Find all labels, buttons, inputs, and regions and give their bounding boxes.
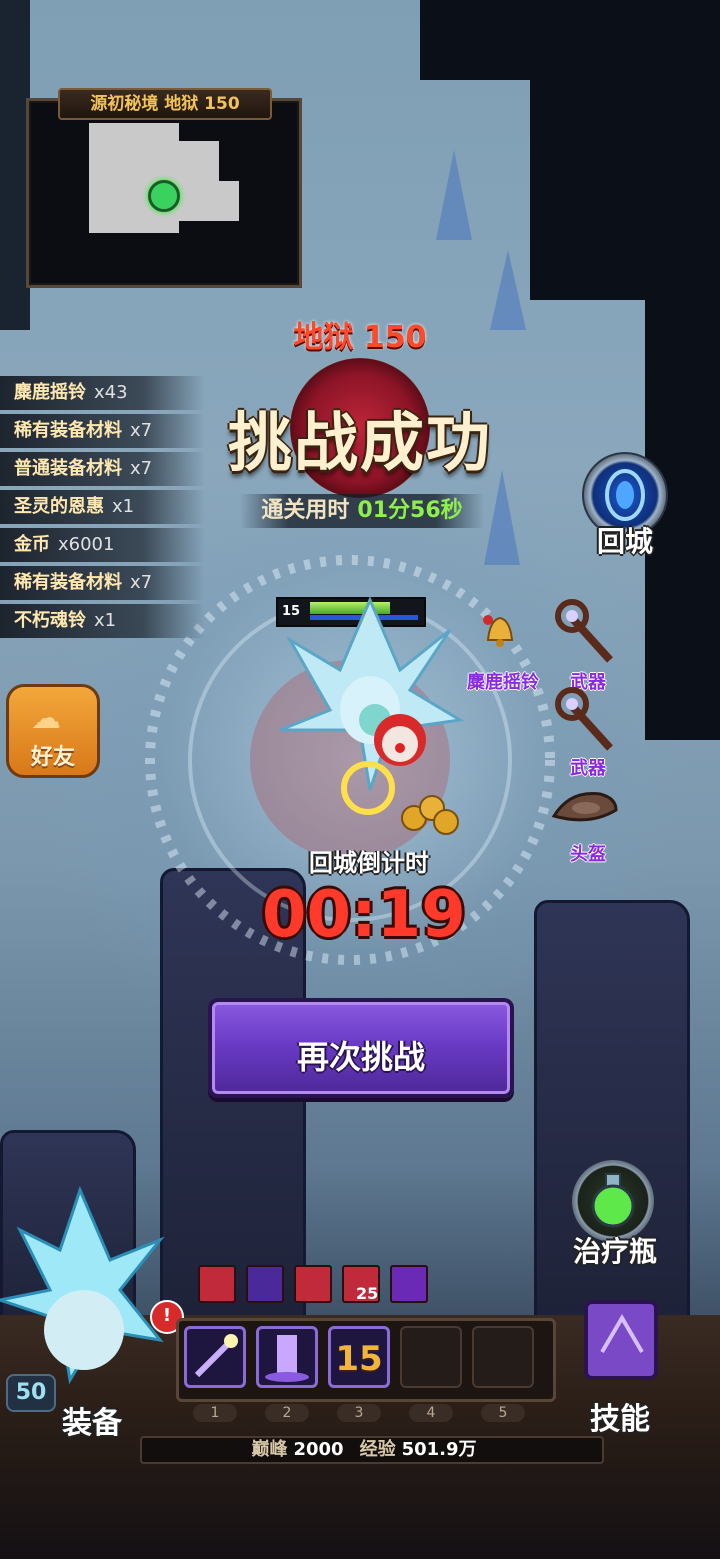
skill-slot-number: 5	[481, 1404, 525, 1422]
target-reticle-icon	[341, 761, 395, 815]
cloud-icon: ☁	[31, 701, 61, 736]
buff-icon	[294, 1265, 332, 1303]
skill-slot-number: 1	[193, 1404, 237, 1422]
hero-avatar[interactable]	[0, 1180, 170, 1400]
minimap-title: 源初秘境 地狱 150	[58, 88, 272, 120]
skill-slot-3-count: 15	[335, 1339, 383, 1379]
loot-item: 稀有装备材料 x7	[0, 566, 205, 600]
skill-slot-number: 4	[409, 1404, 453, 1422]
loot-item: 普通装备材料 x7	[0, 452, 205, 486]
exp-value: 501.9万	[401, 1439, 477, 1460]
buff-stack-count: 25	[356, 1284, 379, 1303]
challenge-success-title: 挑战成功	[228, 407, 492, 481]
clear-time-label: 通关用时	[261, 498, 350, 523]
skill-slot-number: 3	[337, 1404, 381, 1422]
difficulty-label: 地狱 150	[293, 320, 427, 355]
drop-label-helmet: 头盔	[570, 844, 606, 865]
cave-wall-right	[530, 0, 720, 300]
skill-slot-4[interactable]	[400, 1326, 462, 1388]
skill-slot-2[interactable]	[256, 1326, 318, 1388]
potion-label: 治疗瓶	[572, 1235, 657, 1268]
skill-slot-3[interactable]: 15	[328, 1326, 390, 1388]
retry-challenge-button[interactable]: 再次挑战	[208, 998, 514, 1098]
clear-time: 通关用时 01分56秒	[240, 494, 484, 528]
staff-icon[interactable]	[552, 598, 622, 668]
exp-label: 经验	[359, 1439, 396, 1460]
peak-label: 巅峰	[251, 1439, 288, 1460]
peak-value: 2000	[293, 1439, 344, 1460]
loot-item: 金币 x6001	[0, 528, 205, 562]
helmet-icon[interactable]	[550, 786, 620, 830]
skill-slot-1[interactable]	[184, 1326, 246, 1388]
pillar-skill-icon	[265, 1335, 309, 1382]
buff-icon	[198, 1265, 236, 1303]
staff-icon[interactable]	[552, 686, 622, 756]
equip-button[interactable]: 装备	[62, 1398, 122, 1442]
gold-coins-icon	[401, 795, 459, 835]
loot-item: 圣灵的恩惠 x1	[0, 490, 205, 524]
friend-button[interactable]: ☁ 好友	[6, 684, 100, 778]
crystal	[490, 250, 526, 330]
drop-label-weapon: 武器	[570, 758, 606, 779]
comet-skill-icon	[194, 1334, 238, 1378]
hero-level-badge: 50	[6, 1374, 56, 1412]
skill-slot-number: 2	[265, 1404, 309, 1422]
buff-icon	[390, 1265, 428, 1303]
skill-button[interactable]: 技能	[590, 1394, 650, 1438]
buff-icon	[246, 1265, 284, 1303]
loot-item: 稀有装备材料 x7	[0, 414, 205, 448]
return-countdown-timer: 00:19	[262, 878, 466, 952]
loot-item: 麋鹿摇铃 x43	[0, 376, 205, 410]
loot-item: 不朽魂铃 x1	[0, 604, 205, 638]
player-marker-icon	[148, 180, 180, 212]
return-town-label: 回城	[596, 525, 653, 558]
friend-button-label: 好友	[30, 745, 75, 770]
crystal	[436, 150, 472, 240]
return-countdown-label: 回城倒计时	[309, 849, 429, 877]
minimap-room	[179, 141, 219, 201]
experience-bar: 巅峰 2000 经验 501.9万	[140, 1436, 604, 1464]
retry-challenge-label: 再次挑战	[296, 1038, 425, 1076]
skill-slot-5[interactable]	[472, 1326, 534, 1388]
clear-time-value: 01分56秒	[357, 498, 463, 523]
skill-book-icon[interactable]	[572, 1292, 672, 1388]
